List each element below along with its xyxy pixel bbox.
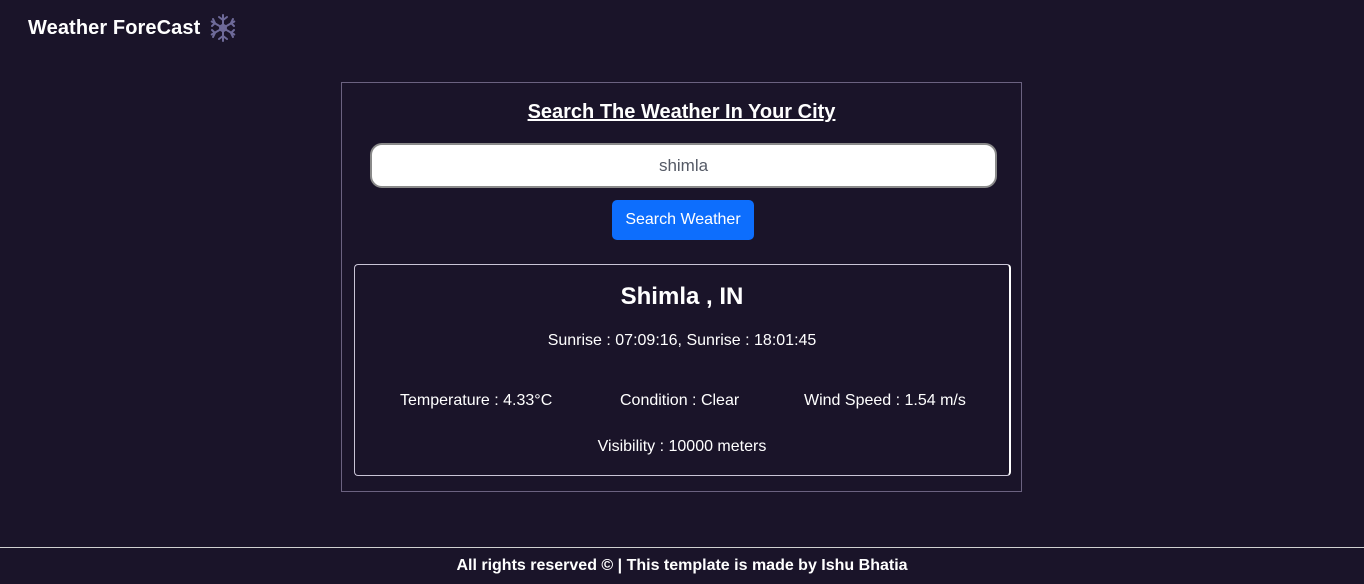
- weather-result-card: Shimla , IN Sunrise : 07:09:16, Sunrise …: [354, 264, 1011, 476]
- search-title: Search The Weather In Your City: [527, 101, 836, 123]
- condition: Condition : Clear: [620, 392, 740, 409]
- search-card: Search The Weather In Your City Search W…: [341, 82, 1022, 492]
- temperature: Temperature : 4.33°C: [400, 392, 553, 409]
- search-input[interactable]: [370, 143, 997, 188]
- search-weather-button[interactable]: Search Weather: [612, 200, 754, 240]
- city-name: Shimla , IN: [620, 283, 744, 310]
- snowflake-icon: [208, 13, 238, 43]
- sun-times: Sunrise : 07:09:16, Sunrise : 18:01:45: [547, 332, 817, 349]
- footer: All rights reserved © | This template is…: [0, 547, 1364, 583]
- wind-speed: Wind Speed : 1.54 m/s: [804, 392, 966, 409]
- brand-title[interactable]: Weather ForeCast: [28, 17, 200, 40]
- visibility: Visibility : 10000 meters: [597, 438, 767, 455]
- navbar: Weather ForeCast: [0, 0, 1364, 56]
- brand[interactable]: Weather ForeCast: [28, 13, 238, 43]
